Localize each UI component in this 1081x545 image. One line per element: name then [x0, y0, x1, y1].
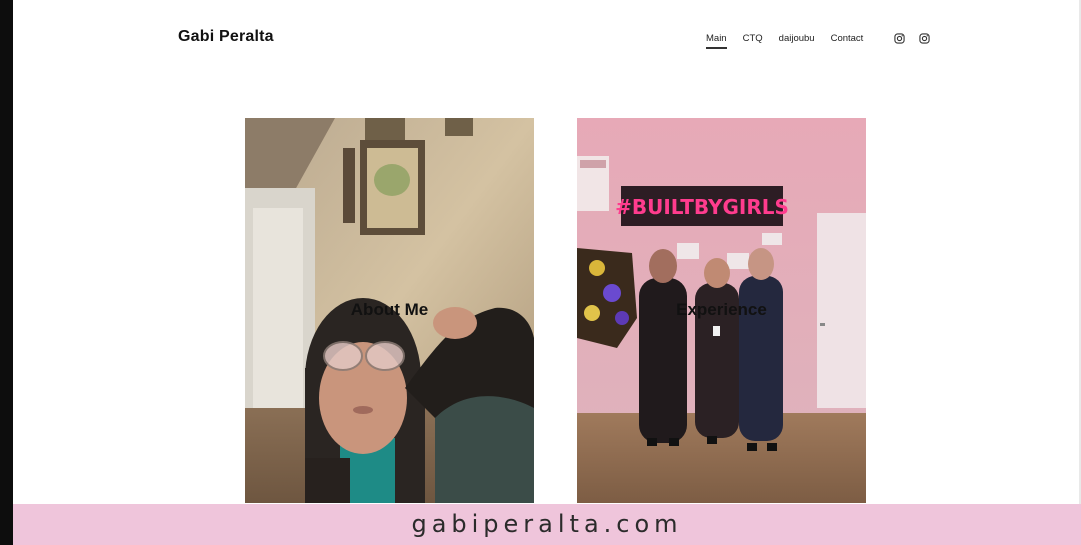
neon-sign-text: #BUILTBYGIRLS: [615, 195, 789, 219]
nav-item-daijoubu[interactable]: daijoubu: [779, 33, 815, 44]
experience-card[interactable]: #BUILTBYGIRLS Experience: [577, 118, 866, 503]
about-me-card[interactable]: About Me: [245, 118, 534, 503]
main-nav: Main CTQ daijoubu Contact: [706, 33, 879, 49]
left-edge-bar: [0, 0, 13, 545]
nav-item-ctq[interactable]: CTQ: [743, 33, 763, 44]
nav-item-contact[interactable]: Contact: [831, 33, 864, 44]
nav-item-main[interactable]: Main: [706, 33, 727, 49]
social-links: [894, 33, 930, 44]
instagram-icon[interactable]: [919, 33, 930, 44]
instagram-icon[interactable]: [894, 33, 905, 44]
site-title[interactable]: Gabi Peralta: [178, 28, 274, 46]
footer-banner: gabiperalta.com: [13, 504, 1081, 545]
footer-url[interactable]: gabiperalta.com: [13, 510, 1081, 538]
about-me-label: About Me: [350, 300, 429, 319]
experience-label: Experience: [676, 300, 767, 319]
